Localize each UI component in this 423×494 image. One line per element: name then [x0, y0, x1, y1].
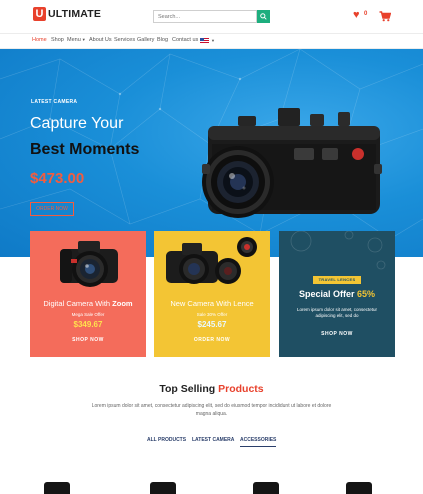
dslr-camera-image: [60, 241, 118, 287]
travel-lences-badge: TRAVEL LENCES: [313, 276, 361, 284]
card-price: $245.67: [197, 320, 227, 329]
search-button[interactable]: [257, 10, 270, 23]
logo-mark: U: [33, 7, 46, 21]
camera-illustration: [202, 108, 382, 218]
nav-services[interactable]: Services: [114, 37, 135, 43]
card-offer-text: Sale 30% Offer: [196, 312, 228, 317]
tab-all-products[interactable]: ALL PRODUCTS: [147, 437, 186, 443]
nav-shop[interactable]: Shop: [51, 37, 64, 43]
product-thumbnail[interactable]: [253, 482, 279, 494]
hero-title-line2: Best Moments: [30, 141, 140, 158]
camera-with-lens-image: [166, 237, 257, 284]
promo-card-digital-camera[interactable]: Digital Camera With Zoom Mega Sale Offer…: [30, 231, 146, 357]
heart-icon[interactable]: ♥: [353, 10, 360, 21]
logo[interactable]: U ULTIMATE: [33, 7, 101, 21]
card-price: $349.67: [73, 320, 103, 329]
search-bar: [153, 10, 270, 23]
nav-about-us[interactable]: About Us: [89, 37, 112, 43]
search-icon: [260, 13, 267, 20]
promo-card-special-offer[interactable]: TRAVEL LENCES Special Offer 65% Lorem ip…: [279, 231, 395, 357]
section-description: Lorem ipsum dolor sit amet, consectetur …: [91, 403, 332, 417]
order-now-link[interactable]: ORDER NOW: [154, 337, 270, 343]
chevron-down-icon[interactable]: ▼: [211, 38, 215, 43]
card-title: New Camera With Lence: [170, 299, 254, 308]
main-nav: Home Shop Menu▼ About Us Services Galler…: [0, 33, 423, 49]
nav-menu[interactable]: Menu▼: [67, 37, 86, 43]
product-thumbnail[interactable]: [150, 482, 176, 494]
hero-subtitle: LATEST CAMERA: [31, 99, 78, 105]
nav-blog[interactable]: Blog: [157, 37, 168, 43]
card-title: Digital Camera With Zoom: [43, 299, 133, 308]
nav-contact-us[interactable]: Contact us: [172, 37, 198, 43]
chevron-down-icon: ▼: [81, 37, 86, 42]
hero-price: $473.00: [30, 170, 85, 187]
shop-now-link[interactable]: SHOP NOW: [279, 331, 395, 337]
logo-text: ULTIMATE: [48, 8, 102, 20]
header: U ULTIMATE ♥ 0: [0, 0, 423, 33]
shop-now-link[interactable]: SHOP NOW: [30, 337, 146, 343]
wishlist-count: 0: [364, 11, 368, 17]
hero-title-line1: Capture Your: [30, 115, 124, 132]
nav-gallery[interactable]: Gallery: [137, 37, 154, 43]
product-thumbnail[interactable]: [44, 482, 70, 494]
product-thumbnail[interactable]: [346, 482, 372, 494]
tab-accessories[interactable]: ACCESSORIES: [240, 437, 277, 447]
us-flag-icon[interactable]: [200, 38, 209, 44]
hero-banner: LATEST CAMERA Capture Your Best Moments …: [0, 49, 423, 257]
tab-latest-camera[interactable]: LATEST CAMERA: [192, 437, 234, 443]
promo-card-new-camera[interactable]: New Camera With Lence Sale 30% Offer $24…: [154, 231, 270, 357]
hero-order-button[interactable]: ORDER NOW: [30, 202, 74, 216]
search-input[interactable]: [153, 10, 257, 23]
special-offer-title: Special Offer 65%: [298, 289, 376, 299]
card-offer-text: Mega Sale Offer: [71, 312, 105, 317]
cart-icon[interactable]: [379, 9, 392, 27]
nav-home[interactable]: Home: [32, 37, 47, 43]
special-offer-description: Lorem ipsum dolor sit amet, consectetur …: [296, 307, 378, 318]
section-title: Top Selling Products: [159, 383, 264, 395]
